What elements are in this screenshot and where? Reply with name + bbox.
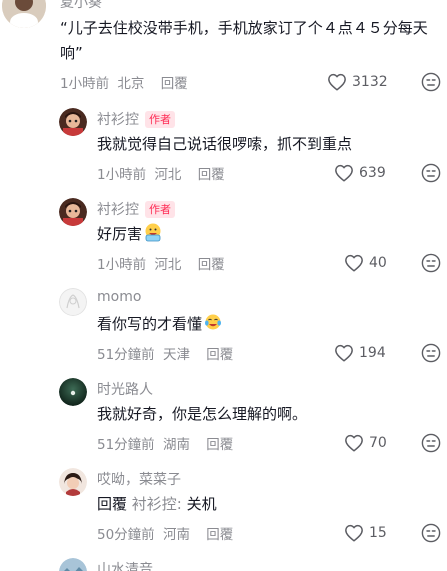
like-button[interactable]: 70 bbox=[344, 432, 387, 454]
expressionless-face-icon[interactable] bbox=[421, 433, 441, 453]
expressionless-face-icon[interactable] bbox=[421, 253, 441, 273]
comment-author-name[interactable]: 时光路人 bbox=[97, 379, 153, 399]
like-button[interactable]: 194 bbox=[334, 342, 386, 364]
comment-text: 我就觉得自己说话很啰嗦，抓不到重点 bbox=[97, 135, 353, 153]
avatar[interactable] bbox=[59, 288, 87, 316]
comment-time: 1小時前 bbox=[97, 167, 147, 183]
author-badge: 作者 bbox=[145, 111, 175, 128]
heart-outline-icon bbox=[345, 254, 363, 272]
comment-author-name[interactable]: momo bbox=[97, 289, 141, 305]
reply-item: 衬衫控 作者 我就觉得自己说话很啰嗦，抓不到重点 1小時前 河北 回覆 639 bbox=[0, 100, 447, 190]
comment-location: 河北 bbox=[154, 257, 182, 273]
reply-button[interactable]: 回覆 bbox=[161, 76, 188, 92]
reply-item: momo 看你写的才看懂 51分鐘前 天津 回覆 194 bbox=[0, 280, 447, 370]
author-name-label: 衬衫控 bbox=[97, 202, 139, 218]
comment-meta: 51分鐘前 天津 回覆 bbox=[97, 343, 233, 363]
like-button[interactable]: 639 bbox=[334, 162, 386, 184]
like-count: 3132 bbox=[352, 74, 388, 90]
reply-button[interactable]: 回覆 bbox=[198, 167, 225, 183]
author-name-label: 衬衫控 bbox=[97, 112, 139, 128]
comment-author-name[interactable]: 哎呦，菜菜子 bbox=[97, 469, 181, 489]
heart-outline-icon bbox=[345, 434, 363, 452]
avatar[interactable] bbox=[59, 468, 87, 496]
reply-to-user[interactable]: 衬衫控: bbox=[132, 495, 182, 513]
comment-time: 1小時前 bbox=[60, 76, 110, 92]
comment-location: 北京 bbox=[117, 76, 145, 92]
comment-meta: 50分鐘前 河南 回覆 bbox=[97, 523, 233, 543]
comment-meta: 1小時前 河北 回覆 bbox=[97, 253, 225, 273]
crying-laughing-face-emoji bbox=[205, 314, 222, 330]
reply-item: 哎呦，菜菜子 回覆 衬衫控: 关机 50分鐘前 河南 回覆 15 bbox=[0, 460, 447, 550]
like-button[interactable]: 40 bbox=[344, 252, 387, 274]
expressionless-face-icon[interactable] bbox=[421, 343, 441, 363]
reply-button[interactable]: 回覆 bbox=[206, 527, 233, 543]
heart-outline-icon bbox=[335, 344, 353, 362]
reply-item: 衬衫控 作者 好厉害 1小時前 河北 回覆 40 bbox=[0, 190, 447, 280]
reply-item: 时光路人 我就好奇，你是怎么理解的啊。 51分鐘前 湖南 回覆 70 bbox=[0, 370, 447, 460]
comment-author-name[interactable]: 夏小葵 bbox=[60, 0, 102, 12]
reply-button[interactable]: 回覆 bbox=[198, 257, 225, 273]
reply-prefix: 回覆 bbox=[97, 495, 128, 513]
comment-author-name[interactable]: 山水清音 bbox=[97, 559, 153, 571]
comment-time: 1小時前 bbox=[97, 257, 147, 273]
avatar[interactable] bbox=[59, 108, 87, 136]
comment-time: 51分鐘前 bbox=[97, 347, 155, 363]
reply-button[interactable]: 回覆 bbox=[206, 437, 233, 453]
comment-text-content: 好厉害 bbox=[97, 225, 143, 243]
comment-text-content: 看你写的才看懂 bbox=[97, 315, 203, 333]
comment-text: 回覆 衬衫控: 关机 bbox=[97, 492, 217, 516]
like-count: 40 bbox=[369, 255, 387, 271]
comment-item: 夏小葵 “儿子去住校没带手机，手机放家订了个４点４５分每天响” 1小時前 北京 … bbox=[0, 0, 447, 100]
avatar[interactable] bbox=[59, 198, 87, 226]
heart-outline-icon bbox=[345, 524, 363, 542]
comment-text: 好厉害 bbox=[97, 222, 163, 246]
comment-text: “儿子去住校没带手机，手机放家订了个４点４５分每天响” bbox=[60, 19, 428, 62]
expressionless-face-icon[interactable] bbox=[421, 163, 441, 183]
like-count: 15 bbox=[369, 525, 387, 541]
comment-location: 河南 bbox=[162, 527, 190, 543]
comment-location: 天津 bbox=[162, 347, 190, 363]
comment-location: 湖南 bbox=[162, 437, 190, 453]
author-badge: 作者 bbox=[145, 201, 175, 218]
expressionless-face-icon[interactable] bbox=[421, 72, 441, 92]
comment-meta: 1小時前 河北 回覆 bbox=[97, 163, 225, 183]
comment-text: 看你写的才看懂 bbox=[97, 312, 223, 336]
comment-meta: 1小時前 北京 回覆 bbox=[60, 72, 188, 92]
reply-item: 山水清音 bbox=[0, 550, 447, 571]
reply-button[interactable]: 回覆 bbox=[206, 347, 233, 363]
comment-text-content: 关机 bbox=[186, 495, 217, 513]
like-count: 70 bbox=[369, 435, 387, 451]
applause-face-emoji bbox=[145, 223, 161, 242]
comment-author-name[interactable]: 衬衫控 作者 bbox=[97, 109, 175, 129]
avatar[interactable] bbox=[2, 0, 46, 28]
comment-location: 河北 bbox=[154, 167, 182, 183]
like-button[interactable]: 15 bbox=[344, 522, 387, 544]
avatar[interactable] bbox=[59, 378, 87, 406]
heart-outline-icon bbox=[335, 164, 353, 182]
avatar[interactable] bbox=[59, 558, 87, 571]
comment-time: 50分鐘前 bbox=[97, 527, 155, 543]
comment-author-name[interactable]: 衬衫控 作者 bbox=[97, 199, 175, 219]
comment-time: 51分鐘前 bbox=[97, 437, 155, 453]
like-count: 194 bbox=[359, 345, 386, 361]
heart-outline-icon bbox=[328, 73, 346, 91]
like-count: 639 bbox=[359, 165, 386, 181]
expressionless-face-icon[interactable] bbox=[421, 523, 441, 543]
like-button[interactable]: 3132 bbox=[327, 71, 388, 93]
comment-text: 我就好奇，你是怎么理解的啊。 bbox=[97, 405, 308, 423]
comment-meta: 51分鐘前 湖南 回覆 bbox=[97, 433, 233, 453]
